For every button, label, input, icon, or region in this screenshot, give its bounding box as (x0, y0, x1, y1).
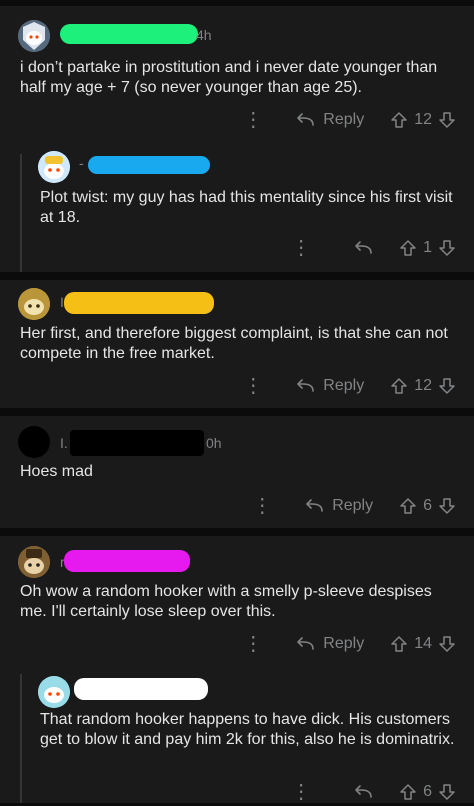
username-prefix: - (79, 155, 84, 171)
vote-controls: 1 (399, 239, 456, 257)
reply-label: Reply (332, 497, 374, 514)
reply-arrow-icon (355, 241, 372, 254)
redacted-username (88, 156, 210, 174)
username-prefix: I. (60, 435, 68, 451)
upvote-arrow-icon[interactable] (390, 635, 408, 653)
reply-button[interactable]: Reply (295, 635, 364, 653)
downvote-arrow-icon[interactable] (438, 635, 456, 653)
avatar[interactable] (38, 676, 70, 708)
more-options-icon[interactable]: ⋮ (239, 372, 267, 400)
comment-actions: ⋮ Reply 12 (239, 372, 474, 400)
timestamp: 0h (206, 435, 222, 451)
more-options-icon[interactable]: ⋮ (239, 106, 267, 134)
vote-controls: 12 (390, 111, 456, 129)
comment-card: I. 0h Hoes mad ⋮ Reply 6 (0, 416, 474, 528)
vote-score: 6 (423, 783, 432, 800)
vote-score: 12 (414, 377, 432, 394)
reply-label: Reply (323, 635, 365, 652)
reply-arrow-icon (355, 785, 372, 798)
thread-line (20, 674, 22, 803)
comment-actions: ⋮ 6 (287, 778, 474, 806)
redacted-username (64, 550, 190, 572)
reply-button[interactable]: Reply (295, 111, 364, 129)
reply-arrow-icon (297, 113, 315, 126)
vote-score: 12 (414, 111, 432, 128)
avatar[interactable] (18, 20, 50, 52)
vote-score: 14 (414, 635, 432, 652)
downvote-arrow-icon[interactable] (438, 497, 456, 515)
redacted-username (64, 292, 214, 314)
thread-line (20, 154, 22, 272)
reply-button[interactable] (353, 784, 373, 800)
reply-button[interactable] (353, 240, 373, 256)
avatar[interactable] (18, 426, 50, 458)
comment-body: Oh wow a random hooker with a smelly p-s… (20, 583, 432, 620)
reply-button[interactable]: Reply (304, 497, 373, 515)
vote-controls: 6 (399, 783, 456, 801)
vote-score: 6 (423, 497, 432, 514)
vote-controls: 6 (399, 497, 456, 515)
more-options-icon[interactable]: ⋮ (239, 630, 267, 658)
reply-label: Reply (323, 377, 365, 394)
redacted-username (70, 430, 204, 456)
timestamp: 4h (196, 27, 212, 43)
upvote-arrow-icon[interactable] (390, 111, 408, 129)
avatar[interactable] (18, 546, 50, 578)
downvote-arrow-icon[interactable] (438, 239, 456, 257)
reply-label: Reply (323, 111, 365, 128)
more-options-icon[interactable]: ⋮ (287, 234, 315, 262)
upvote-arrow-icon[interactable] (399, 783, 417, 801)
reply-arrow-icon (297, 379, 315, 392)
comment-actions: ⋮ Reply 12 (239, 106, 474, 134)
vote-controls: 12 (390, 377, 456, 395)
comment-card: That random hooker happens to have dick.… (0, 664, 474, 803)
comment-card: r Oh wow a random hooker with a smelly p… (0, 536, 474, 664)
comment-actions: ⋮ Reply 14 (239, 630, 474, 658)
comment-body: Her first, and therefore biggest complai… (20, 325, 448, 362)
comment-body: Plot twist: my guy has had this mentalit… (40, 189, 453, 226)
downvote-arrow-icon[interactable] (438, 377, 456, 395)
reply-arrow-icon (297, 637, 315, 650)
upvote-arrow-icon[interactable] (399, 497, 417, 515)
comment-card: 4h i don’t partake in prostitution and i… (0, 6, 474, 146)
comment-actions: ⋮ 1 (287, 234, 474, 262)
comment-body: Hoes mad (20, 463, 93, 480)
redacted-username (74, 678, 208, 700)
more-options-icon[interactable]: ⋮ (287, 778, 315, 806)
comment-body: i don’t partake in prostitution and i ne… (20, 59, 438, 96)
reply-button[interactable]: Reply (295, 377, 364, 395)
reply-arrow-icon (306, 499, 323, 512)
vote-score: 1 (423, 239, 432, 256)
redacted-username (60, 24, 198, 44)
downvote-arrow-icon[interactable] (438, 111, 456, 129)
avatar[interactable] (38, 151, 70, 183)
downvote-arrow-icon[interactable] (438, 783, 456, 801)
comment-card: I Her first, and therefore biggest compl… (0, 280, 474, 408)
more-options-icon[interactable]: ⋮ (248, 492, 276, 520)
vote-controls: 14 (390, 635, 456, 653)
avatar[interactable] (18, 288, 50, 320)
comment-body: That random hooker happens to have dick.… (40, 711, 455, 748)
upvote-arrow-icon[interactable] (399, 239, 417, 257)
upvote-arrow-icon[interactable] (390, 377, 408, 395)
comment-actions: ⋮ Reply 6 (248, 492, 474, 520)
comment-card: - Plot twist: my guy has had this mental… (0, 146, 474, 272)
